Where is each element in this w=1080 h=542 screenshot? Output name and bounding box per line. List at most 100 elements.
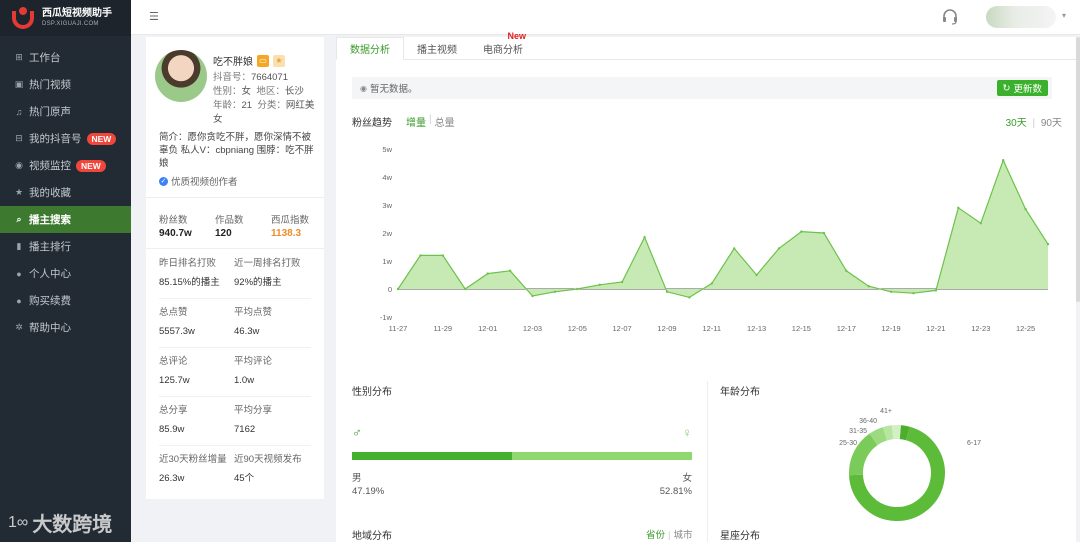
stat-value: 940.7w xyxy=(159,228,192,239)
y-tick-label: 0 xyxy=(388,285,392,294)
tab-ecommerce[interactable]: 电商分析 New xyxy=(470,31,536,60)
x-tick-label: 12-17 xyxy=(837,324,856,333)
data-point[interactable] xyxy=(531,294,534,298)
logo[interactable]: 西瓜短视频助手 DSP.XIGUAJI.COM xyxy=(0,0,131,36)
x-tick-label: 12-03 xyxy=(523,324,542,333)
x-tick-label: 12-19 xyxy=(882,324,901,333)
x-tick-label: 12-09 xyxy=(657,324,676,333)
metric-value: 85.15%的播主 xyxy=(159,277,220,288)
profile-panel: 吃不胖娘 ▭ ★ 抖音号：7664071 性别：女 地区：长沙 年龄：21 分类… xyxy=(146,37,324,499)
update-data-button[interactable]: ↻ 更新数 xyxy=(996,80,1048,96)
data-point[interactable] xyxy=(777,247,781,250)
menu-icon[interactable]: ☰ xyxy=(149,10,159,23)
data-point[interactable] xyxy=(912,292,915,295)
data-point[interactable] xyxy=(396,287,400,291)
zodiac-title: 星座分布 xyxy=(720,531,760,542)
data-point[interactable] xyxy=(845,269,848,272)
metric-row: 昨日排名打败 85.15%的播主 近一周排名打败 92%的播主 xyxy=(159,257,319,289)
metric-cell: 近90天视频发布 45个 xyxy=(234,453,309,485)
video-icon: ▣ xyxy=(14,79,24,89)
mode-increment-toggle[interactable]: 增量 xyxy=(406,114,426,129)
tab-label: 数据分析 xyxy=(350,45,390,56)
stat-label: 粉丝数 xyxy=(159,215,188,226)
range-30-days[interactable]: 30天 xyxy=(1006,118,1027,129)
new-badge: NEW xyxy=(76,159,106,172)
headset-icon[interactable] xyxy=(941,8,959,26)
sidebar-item-dashboard[interactable]: ⊞ 工作台 xyxy=(0,44,131,71)
data-point[interactable] xyxy=(979,222,982,225)
data-point[interactable] xyxy=(733,247,736,250)
user-avatar-menu[interactable] xyxy=(986,6,1056,28)
tab-videos[interactable]: 播主视频 xyxy=(404,37,470,60)
douyin-id: 7664071 xyxy=(251,72,288,83)
data-point[interactable] xyxy=(665,290,669,293)
age-slice-label: 31-35 xyxy=(849,428,867,435)
monitor-icon: ◉ xyxy=(15,160,23,170)
sidebar-item-ranking[interactable]: ▮ 播主排行 xyxy=(0,233,131,260)
region-province-tab[interactable]: 省份 xyxy=(646,530,665,541)
age-distribution: 年龄分布 6-1718-2425-3031-3536-4041+ xyxy=(720,383,1070,542)
sidebar-item-monitor[interactable]: ◉ 视频监控 NEW xyxy=(0,152,131,179)
data-point[interactable] xyxy=(934,289,938,292)
mode-total-toggle[interactable]: 总量 xyxy=(435,114,455,129)
data-point[interactable] xyxy=(553,290,557,293)
metric-value: 1.0w xyxy=(234,375,255,386)
data-point[interactable] xyxy=(1002,159,1005,162)
data-point[interactable] xyxy=(643,236,646,239)
data-point[interactable] xyxy=(957,206,960,209)
metric-row: 总分享 85.9w 平均分享 7162 xyxy=(159,404,319,436)
sidebar-item-music[interactable]: ♫ 热门原声 xyxy=(0,98,131,125)
data-point[interactable] xyxy=(508,269,512,272)
star-icon: ★ xyxy=(14,187,24,197)
data-point[interactable] xyxy=(889,290,893,293)
x-tick-label: 12-07 xyxy=(613,324,632,333)
series-area xyxy=(398,160,1048,298)
scrollbar[interactable] xyxy=(1076,37,1080,302)
range-90-days[interactable]: 90天 xyxy=(1041,118,1062,129)
sidebar-item-user[interactable]: ● 个人中心 xyxy=(0,260,131,287)
sidebar-item-star[interactable]: ★ 我的收藏 xyxy=(0,179,131,206)
x-tick-label: 11-27 xyxy=(389,324,408,333)
sidebar-item-help[interactable]: ✲ 帮助中心 xyxy=(0,314,131,341)
sidebar-item-account[interactable]: ⊟ 我的抖音号 NEW xyxy=(0,125,131,152)
data-point[interactable] xyxy=(441,254,444,257)
data-point[interactable] xyxy=(598,283,601,286)
age-slice[interactable] xyxy=(899,425,910,441)
gender-bar xyxy=(352,452,692,460)
data-point[interactable] xyxy=(1024,208,1027,211)
age-slice[interactable] xyxy=(869,427,888,446)
divider xyxy=(159,347,311,348)
metric-cell: 昨日排名打败 85.15%的播主 xyxy=(159,257,234,289)
gender-title: 性别分布 xyxy=(352,387,392,398)
sidebar-item-label: 播主排行 xyxy=(29,241,71,253)
data-point[interactable] xyxy=(688,296,691,299)
metric-cell: 平均分享 7162 xyxy=(234,404,309,436)
metric-cell: 平均点赞 46.3w xyxy=(234,306,309,338)
data-point[interactable] xyxy=(755,273,758,277)
data-point[interactable] xyxy=(800,230,803,233)
x-tick-label: 11-29 xyxy=(433,324,452,333)
data-point[interactable] xyxy=(464,287,467,291)
metric-value: 85.9w xyxy=(159,424,185,435)
y-tick-label: 4w xyxy=(382,173,392,182)
y-tick-label: 5w xyxy=(382,145,392,154)
data-point[interactable] xyxy=(1046,243,1050,246)
age-slice[interactable] xyxy=(882,425,894,441)
region-toggle: 省份 | 城市 xyxy=(646,530,693,541)
data-point[interactable] xyxy=(822,231,826,235)
sidebar-item-search[interactable]: ⌕ 播主搜索 xyxy=(0,206,131,233)
data-point[interactable] xyxy=(710,282,713,285)
male-icon: ♂ xyxy=(352,425,362,440)
data-point[interactable] xyxy=(620,280,624,284)
age-slice[interactable] xyxy=(848,433,878,476)
data-point[interactable] xyxy=(419,254,422,257)
data-point[interactable] xyxy=(867,285,870,288)
tab-analysis[interactable]: 数据分析 xyxy=(336,37,404,60)
divider xyxy=(146,197,324,198)
sidebar-item-purchase[interactable]: ● 购买续费 xyxy=(0,287,131,314)
chevron-down-icon[interactable]: ▾ xyxy=(1062,11,1066,20)
data-point[interactable] xyxy=(486,272,489,275)
sidebar-item-video[interactable]: ▣ 热门视频 xyxy=(0,71,131,98)
region-city-tab[interactable]: 城市 xyxy=(673,530,692,541)
data-point[interactable] xyxy=(576,287,579,291)
